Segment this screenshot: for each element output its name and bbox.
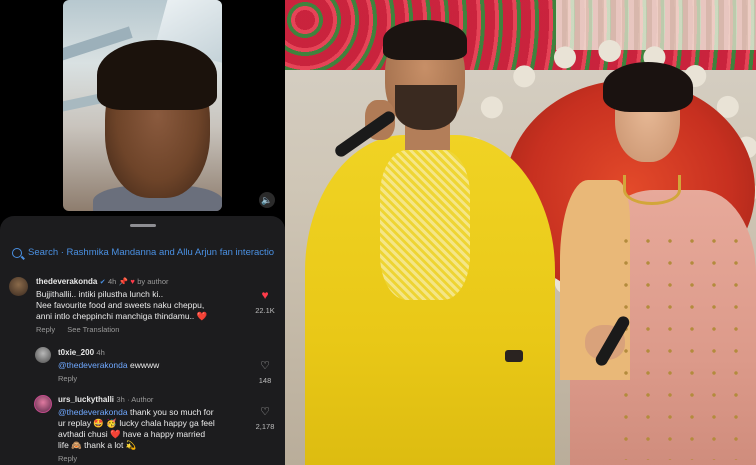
phone-screenshot: 🔈 Search · Rashmika Mandanna and Allu Ar… <box>0 0 285 465</box>
like-count: 22.1K <box>255 306 275 315</box>
comment-time: 3h <box>116 395 125 404</box>
heart-small-icon: ♥ <box>130 277 135 286</box>
reply-button[interactable]: Reply <box>58 454 77 463</box>
mention-link[interactable]: @thedeverakonda <box>58 407 128 417</box>
heart-outline-icon[interactable]: ♡ <box>250 405 280 418</box>
like-group[interactable]: ♥ 22.1K <box>250 288 280 315</box>
wristwatch <box>505 350 523 362</box>
avatar[interactable] <box>35 347 51 363</box>
comment-text-line: Nee favourite food and sweets naku chepp… <box>36 300 205 310</box>
like-count: 148 <box>258 376 272 385</box>
comment-text-line: Bujjithallii.. intiki pilustha lunch ki.… <box>36 289 164 299</box>
comment: thedeverakonda ✔ 4h 📌 ♥ by author Bujjit… <box>36 276 246 334</box>
like-group[interactable]: ♡ 2,178 <box>250 405 280 431</box>
reply-button[interactable]: Reply <box>58 374 77 383</box>
event-photo: I <box>285 0 756 465</box>
comment-text-line: life 🙈 thank a lot 💫 <box>58 440 137 450</box>
pin-icon: 📌 <box>118 277 129 286</box>
comments-sheet: Search · Rashmika Mandanna and Allu Arju… <box>0 216 285 465</box>
reel-video[interactable] <box>63 0 222 211</box>
author-tag: · Author <box>127 395 154 404</box>
comment-text-line: avthadi chusi ❤️ have a happy married <box>58 429 206 439</box>
search-icon <box>12 247 22 258</box>
mention-link[interactable]: @thedeverakonda <box>58 360 128 370</box>
necklace <box>623 175 681 205</box>
comment-username[interactable]: urs_luckythalli <box>58 395 114 404</box>
by-author-label: by author <box>137 277 169 286</box>
comment-text-line: anni intlo cheppinchi manchiga thindamu.… <box>36 311 208 321</box>
heart-outline-icon[interactable]: ♡ <box>250 359 280 372</box>
comment-time: 4h <box>96 348 105 357</box>
comment-text-line: ur replay 🤩 🥳 lucky chala happy ga feel <box>58 418 215 428</box>
like-group[interactable]: ♡ 148 <box>250 359 280 385</box>
heart-filled-icon[interactable]: ♥ <box>250 288 280 302</box>
verified-badge-icon: ✔ <box>99 279 106 286</box>
avatar[interactable] <box>34 395 52 413</box>
reply-button[interactable]: Reply <box>36 325 55 334</box>
sheet-drag-handle[interactable] <box>130 224 156 227</box>
comment-username[interactable]: thedeverakonda <box>36 277 97 286</box>
search-suggestion-text: Search · Rashmika Mandanna and Allu Arju… <box>28 247 275 258</box>
search-suggestion[interactable]: Search · Rashmika Mandanna and Allu Arju… <box>12 247 274 258</box>
like-count: 2,178 <box>255 422 275 431</box>
comment-text: ewwww <box>129 360 160 370</box>
avatar[interactable] <box>9 277 28 296</box>
comment-time: 4h <box>107 277 117 286</box>
comment-username[interactable]: t0xie_200 <box>58 348 94 357</box>
volume-icon[interactable]: 🔈 <box>259 192 275 208</box>
comment: urs_luckythalli 3h · Author @thedeverako… <box>58 394 253 463</box>
comment-text-line: thank you so much for <box>129 407 214 417</box>
see-translation-button[interactable]: See Translation <box>67 325 119 334</box>
comment: t0xie_200 4h @thedeverakonda ewwww Reply <box>58 347 248 383</box>
